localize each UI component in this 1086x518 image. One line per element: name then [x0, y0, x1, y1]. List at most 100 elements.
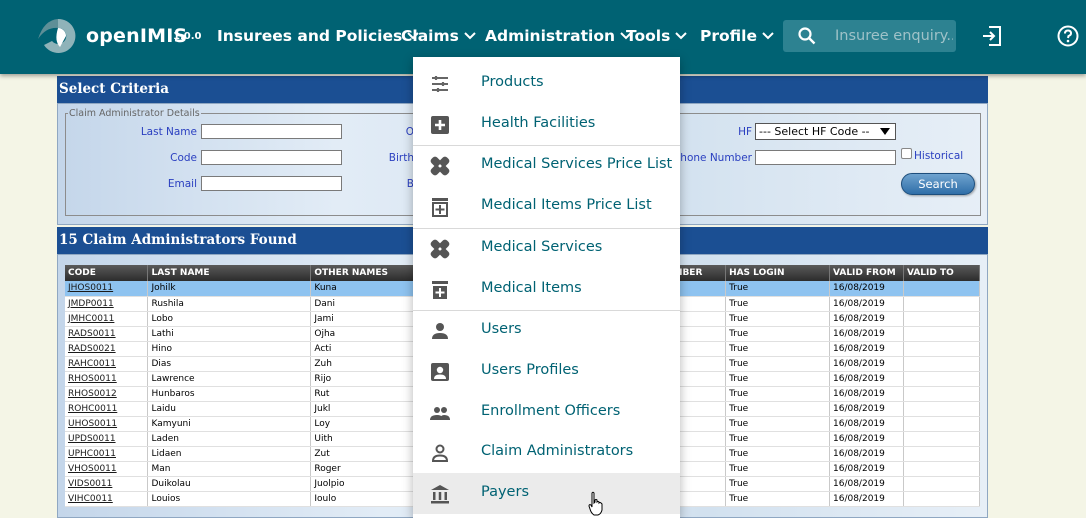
- cell-code[interactable]: VIDS0011: [65, 476, 149, 492]
- cell-valid-to: [903, 386, 981, 402]
- cell-has-login: True: [725, 446, 830, 462]
- col-header-valid-to[interactable]: VALID TO: [903, 265, 981, 281]
- historical-label: Historical: [914, 150, 964, 162]
- cell-has-login: True: [725, 281, 830, 297]
- cell-valid-from: 16/08/2019: [829, 311, 904, 327]
- cell-code[interactable]: RHOS0012: [65, 386, 149, 402]
- cell-code[interactable]: RAHC0011: [65, 356, 149, 372]
- cell-code[interactable]: JMDP0011: [65, 296, 149, 312]
- cell-code[interactable]: RADS0011: [65, 326, 149, 342]
- col-header-code[interactable]: CODE: [65, 265, 149, 281]
- cell-has-login: True: [725, 356, 830, 372]
- historical-checkbox[interactable]: [901, 148, 912, 159]
- cell-valid-to: [903, 296, 981, 312]
- cell-valid-from: 16/08/2019: [829, 461, 904, 477]
- cell-valid-from: 16/08/2019: [829, 386, 904, 402]
- cell-valid-from: 16/08/2019: [829, 431, 904, 447]
- menu-item-label: Medical Items: [481, 280, 582, 296]
- nav-insurees-and-policies[interactable]: Insurees and Policies: [217, 27, 419, 45]
- cell-valid-to: [903, 281, 981, 297]
- healing-icon: [430, 239, 450, 259]
- cell-valid-to: [903, 341, 981, 357]
- search-icon[interactable]: [798, 27, 816, 45]
- cell-code[interactable]: ROHC0011: [65, 401, 149, 417]
- nav-tools[interactable]: Tools: [626, 27, 688, 45]
- cell-valid-to: [903, 431, 981, 447]
- cell-code[interactable]: UHOS0011: [65, 416, 149, 432]
- other-names-label: O: [405, 126, 414, 138]
- cell-valid-to: [903, 491, 981, 507]
- birth-date-label: Birth: [388, 152, 414, 164]
- cell-valid-from: 16/08/2019: [829, 296, 904, 312]
- hand-pointer-cursor-icon: [588, 491, 603, 516]
- cell-code[interactable]: RHOS0011: [65, 371, 149, 387]
- col2-row3-label: B: [406, 178, 414, 190]
- menu-item-claim-administrators[interactable]: Claim Administrators: [413, 432, 680, 473]
- nav-profile[interactable]: Profile: [700, 27, 774, 45]
- logout-icon[interactable]: [982, 25, 1002, 47]
- menu-item-enrollment-officers[interactable]: Enrollment Officers: [413, 392, 680, 433]
- cell-last-name: Lobo: [147, 311, 312, 327]
- nav-claims[interactable]: Claims: [401, 27, 476, 45]
- help-icon[interactable]: [1057, 25, 1079, 47]
- menu-item-products[interactable]: Products: [413, 63, 680, 104]
- cell-last-name: Man: [147, 461, 312, 477]
- cell-valid-to: [903, 356, 981, 372]
- menu-item-medical-items[interactable]: Medical Items: [413, 269, 680, 310]
- hf-code-select[interactable]: --- Select HF Code --: [755, 123, 896, 140]
- chevron-down-icon: [675, 32, 688, 40]
- menu-item-payers[interactable]: Payers: [413, 473, 680, 514]
- medication-add-icon: [432, 198, 448, 217]
- account-box-icon: [431, 363, 449, 381]
- local-hospital-icon: [431, 116, 449, 134]
- cell-has-login: True: [725, 386, 830, 402]
- menu-item-users[interactable]: Users: [413, 310, 680, 351]
- menu-item-health-facilities[interactable]: Health Facilities: [413, 104, 680, 145]
- menu-item-label: Users Profiles: [481, 362, 579, 378]
- insuree-enquiry-input[interactable]: [835, 26, 953, 46]
- cell-valid-from: 16/08/2019: [829, 446, 904, 462]
- cell-code[interactable]: RADS0021: [65, 341, 149, 357]
- cell-has-login: True: [725, 491, 830, 507]
- menu-item-medical-services[interactable]: Medical Services: [413, 228, 680, 269]
- col-header-valid-from[interactable]: VALID FROM: [829, 265, 904, 281]
- cell-valid-to: [903, 311, 981, 327]
- nav-label: Tools: [626, 27, 671, 45]
- col-header-last-name[interactable]: LAST NAME: [147, 265, 312, 281]
- last-name-label: Last Name: [140, 126, 197, 138]
- search-button[interactable]: Search: [901, 173, 975, 195]
- cell-has-login: True: [725, 476, 830, 492]
- code-input[interactable]: [201, 150, 342, 165]
- menu-item-medical-services-price-list[interactable]: Medical Services Price List: [413, 145, 680, 186]
- nav-administration[interactable]: Administration: [485, 27, 632, 45]
- openimis-logo-icon[interactable]: [38, 17, 78, 53]
- cell-last-name: Kamyuni: [147, 416, 312, 432]
- cell-last-name: Lawrence: [147, 371, 312, 387]
- person-outline-icon: [431, 444, 449, 462]
- cell-code[interactable]: VIHC0011: [65, 491, 149, 507]
- cell-valid-to: [903, 476, 981, 492]
- cell-code[interactable]: VHOS0011: [65, 461, 149, 477]
- cell-last-name: Duikolau: [147, 476, 312, 492]
- last-name-input[interactable]: [201, 124, 342, 139]
- cell-code[interactable]: UPHC0011: [65, 446, 149, 462]
- col-header-has-login[interactable]: HAS LOGIN: [725, 265, 830, 281]
- cell-valid-to: [903, 326, 981, 342]
- menu-item-medical-items-price-list[interactable]: Medical Items Price List: [413, 186, 680, 227]
- cell-has-login: True: [725, 461, 830, 477]
- cell-code[interactable]: JHOS0011: [65, 281, 149, 297]
- phone-number-input[interactable]: [755, 150, 896, 165]
- cell-last-name: Louios: [147, 491, 312, 507]
- cell-code[interactable]: JMHC0011: [65, 311, 149, 327]
- menu-item-users-profiles[interactable]: Users Profiles: [413, 351, 680, 392]
- menu-item-label: Medical Services: [481, 239, 603, 255]
- cell-has-login: True: [725, 341, 830, 357]
- cell-valid-to: [903, 401, 981, 417]
- email-label: Email: [167, 178, 197, 190]
- cell-valid-from: 16/08/2019: [829, 281, 904, 297]
- dropdown-arrow-icon: [880, 128, 890, 135]
- cell-code[interactable]: UPDS0011: [65, 431, 149, 447]
- menu-item-label: Users: [481, 321, 522, 337]
- email-input[interactable]: [201, 176, 342, 191]
- cell-last-name: Dias: [147, 356, 312, 372]
